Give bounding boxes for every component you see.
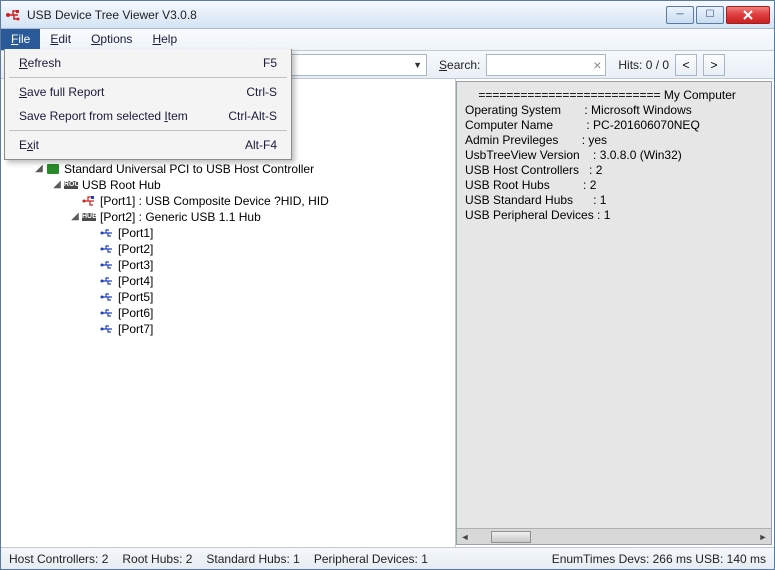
window-titlebar: USB Device Tree Viewer V3.0.8 ─ ☐ <box>1 1 774 29</box>
pci-icon <box>45 162 61 176</box>
tree-root-hub[interactable]: ◢ROOTUSB Root Hub <box>3 177 453 193</box>
status-standard-hubs: Standard Hubs: 1 <box>206 552 299 566</box>
status-enum-times: EnumTimes Devs: 266 ms USB: 140 ms <box>552 552 766 566</box>
app-icon <box>5 7 21 23</box>
scroll-right-icon[interactable]: ► <box>755 529 771 545</box>
scrollbar-thumb[interactable] <box>491 531 531 543</box>
info-text[interactable]: ========================== My ComputerOp… <box>457 82 771 528</box>
menu-exit[interactable]: Exit Alt-F4 <box>5 133 291 157</box>
statusbar: Host Controllers: 2 Root Hubs: 2 Standar… <box>1 547 774 569</box>
collapse-icon[interactable]: ◢ <box>33 161 45 177</box>
tree-port[interactable]: [Port1] <box>3 225 453 241</box>
usb-icon <box>99 226 115 240</box>
collapse-icon[interactable]: ◢ <box>69 209 81 225</box>
file-menu-dropdown: Refresh F5 Save full Report Ctrl-S Save … <box>4 49 292 160</box>
next-hit-button[interactable]: > <box>703 54 725 76</box>
menu-save-full-report[interactable]: Save full Report Ctrl-S <box>5 80 291 104</box>
status-host-controllers: Host Controllers: 2 <box>9 552 108 566</box>
usb-icon <box>99 322 115 336</box>
menu-file[interactable]: File <box>1 29 40 50</box>
menu-save-selected-report[interactable]: Save Report from selected Item Ctrl-Alt-… <box>5 104 291 128</box>
tree-port[interactable]: [Port6] <box>3 305 453 321</box>
composite-device-icon <box>81 194 97 208</box>
tree-host-controller[interactable]: ◢Standard Universal PCI to USB Host Cont… <box>3 161 453 177</box>
tree-port[interactable]: [Port7] <box>3 321 453 337</box>
hits-label: Hits: 0 / 0 <box>618 58 669 72</box>
menu-refresh[interactable]: Refresh F5 <box>5 51 291 75</box>
search-label: Search: <box>439 58 480 72</box>
minimize-button[interactable]: ─ <box>666 6 694 24</box>
usb-icon <box>99 306 115 320</box>
menu-help[interactable]: Help <box>142 29 187 50</box>
maximize-button[interactable]: ☐ <box>696 6 724 24</box>
chevron-down-icon: ▼ <box>413 60 422 70</box>
tree-port[interactable]: [Port4] <box>3 273 453 289</box>
tree-port[interactable]: [Port5] <box>3 289 453 305</box>
usb-icon <box>99 242 115 256</box>
menu-separator <box>9 130 287 131</box>
usb-icon <box>99 290 115 304</box>
status-root-hubs: Root Hubs: 2 <box>122 552 192 566</box>
search-input[interactable]: × <box>486 54 606 76</box>
info-pane: ========================== My ComputerOp… <box>456 81 772 545</box>
hub-icon: HUB <box>81 210 97 224</box>
tree-port[interactable]: [Port3] <box>3 257 453 273</box>
menu-separator <box>9 77 287 78</box>
menu-options[interactable]: Options <box>81 29 142 50</box>
status-peripheral-devices: Peripheral Devices: 1 <box>314 552 428 566</box>
window-title: USB Device Tree Viewer V3.0.8 <box>27 8 666 22</box>
usb-icon <box>99 274 115 288</box>
menubar: File Edit Options Help <box>1 29 774 51</box>
collapse-icon[interactable]: ◢ <box>51 177 63 193</box>
window-controls: ─ ☐ <box>666 6 770 24</box>
prev-hit-button[interactable]: < <box>675 54 697 76</box>
tree-port[interactable]: [Port2] <box>3 241 453 257</box>
tree-composite-device[interactable]: [Port1] : USB Composite Device ?HID, HID <box>3 193 453 209</box>
horizontal-scrollbar[interactable]: ◄ ► <box>457 528 771 544</box>
menu-edit[interactable]: Edit <box>40 29 81 50</box>
close-button[interactable] <box>726 6 770 24</box>
tree-hub[interactable]: ◢HUB[Port2] : Generic USB 1.1 Hub <box>3 209 453 225</box>
usb-icon <box>99 258 115 272</box>
root-hub-icon: ROOT <box>63 178 79 192</box>
scroll-left-icon[interactable]: ◄ <box>457 529 473 545</box>
clear-search-icon[interactable]: × <box>593 57 601 73</box>
